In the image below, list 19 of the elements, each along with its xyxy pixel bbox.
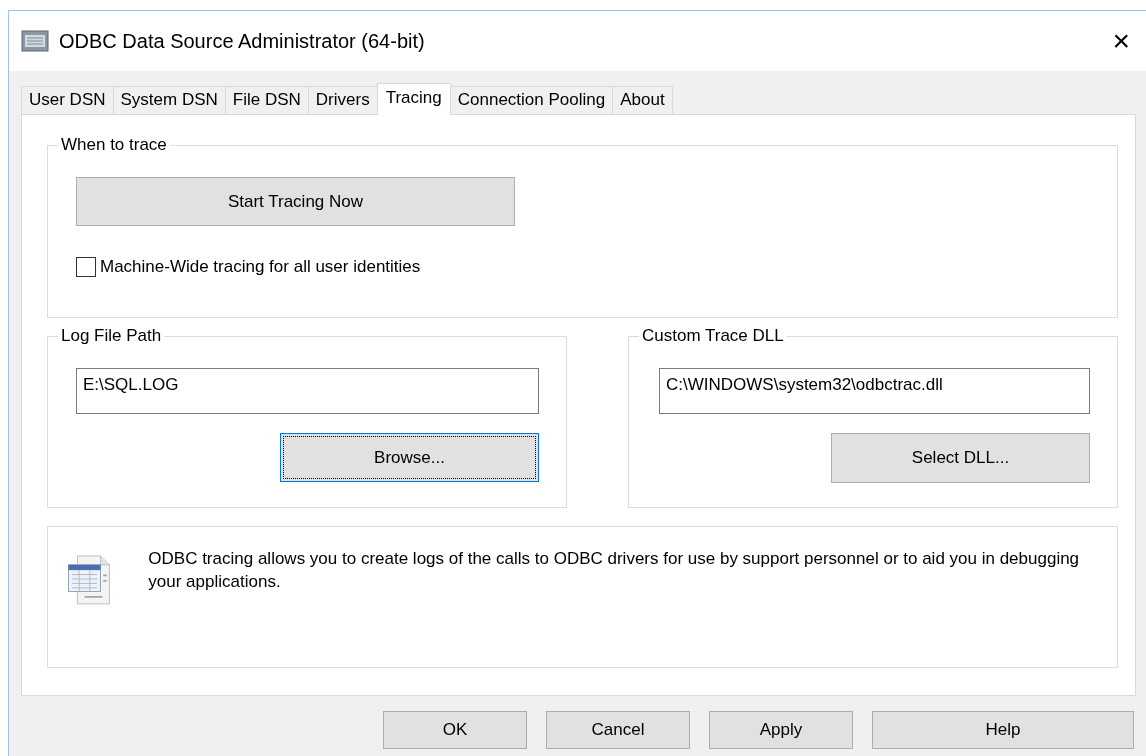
select-dll-button[interactable]: Select DLL...	[831, 433, 1090, 483]
dialog-button[interactable]: Apply	[709, 711, 853, 749]
checkbox-label: Machine-Wide tracing for all user identities	[100, 257, 421, 277]
browse-button[interactable]: Browse...	[280, 433, 539, 482]
tab[interactable]: User DSN	[21, 86, 114, 114]
input-field[interactable]: E:\SQL.LOG	[76, 368, 539, 414]
dialog-button[interactable]: Help	[872, 711, 1134, 749]
dialog-button[interactable]: Cancel	[546, 711, 690, 749]
checkbox[interactable]	[76, 257, 96, 277]
info-text: ODBC tracing allows you to create logs of the calls to ODBC drivers for use by support personnel or to aid you in debugging your applications.	[148, 548, 1081, 593]
group-title: Log File Path	[58, 326, 165, 346]
tab[interactable]: About	[612, 86, 673, 114]
start-tracing-button[interactable]: Start Tracing Now	[76, 177, 515, 226]
app-icon	[21, 28, 49, 54]
dialog-button[interactable]: OK	[383, 711, 527, 749]
input-field[interactable]: C:\WINDOWS\system32\odbctrac.dll	[659, 368, 1090, 414]
window-title: ODBC Data Source Administrator (64-bit)	[59, 29, 426, 53]
close-button[interactable]: ×	[1106, 24, 1136, 58]
tab[interactable]: Tracing	[376, 83, 451, 115]
